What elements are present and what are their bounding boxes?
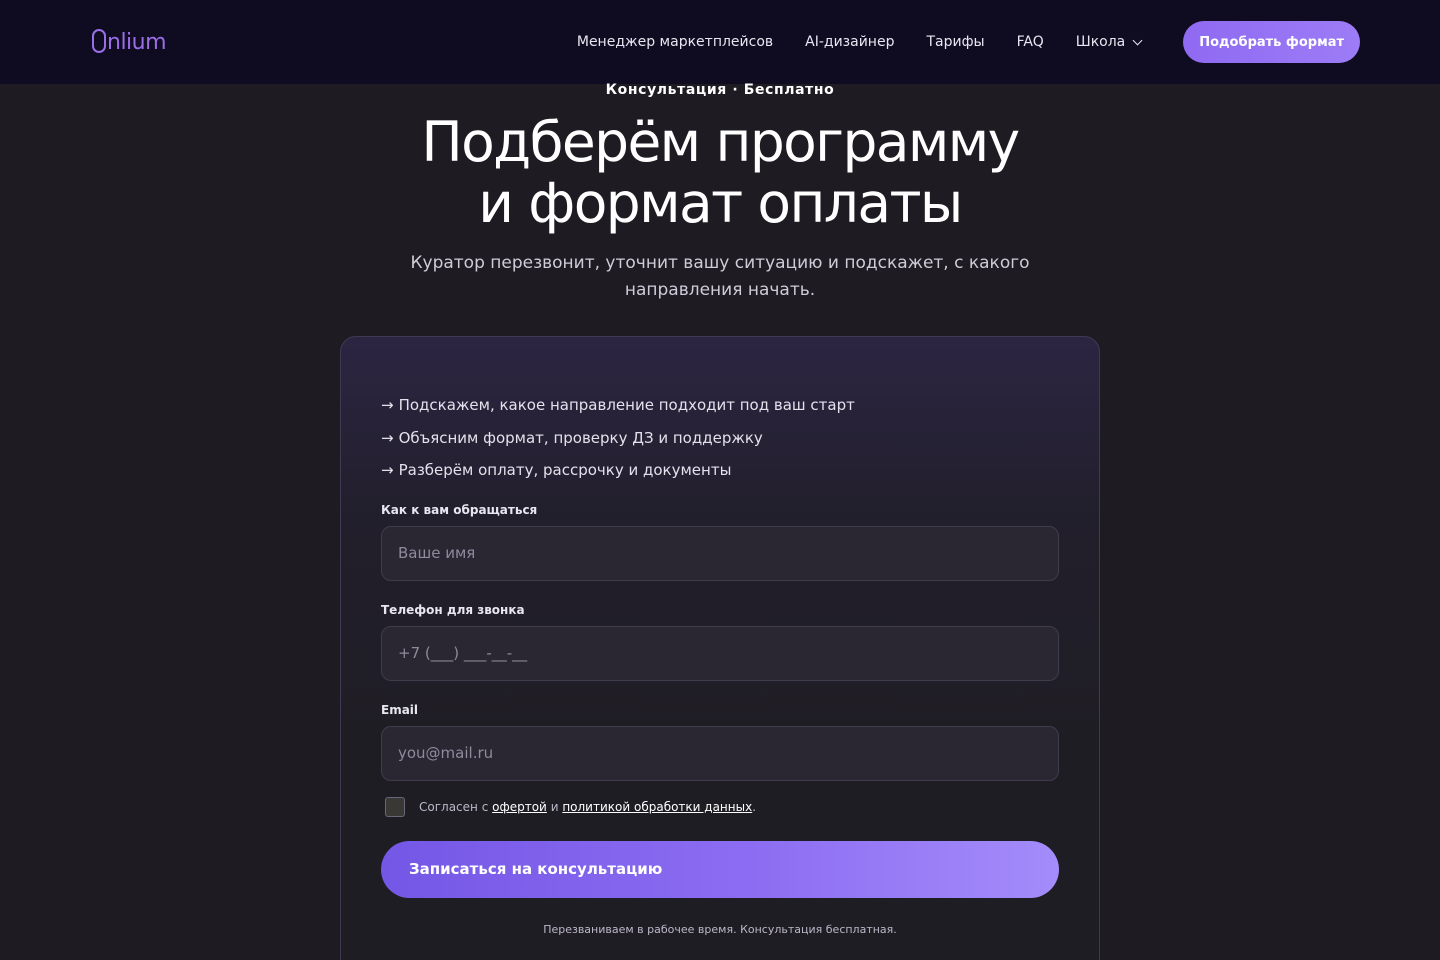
consultation-form-card: → Подскажем, какое направление подходит …: [340, 336, 1100, 960]
consent-row: Согласен с офертой и политикой обработки…: [381, 796, 1059, 817]
consent-and: и: [550, 799, 559, 814]
main-nav: Менеджер маркетплейсов AI-дизайнер Тариф…: [577, 21, 1360, 63]
nav-item-marketplace-manager[interactable]: Менеджер маркетплейсов: [577, 34, 773, 50]
perk-text: Подскажем, какое направление подходит по…: [398, 396, 855, 414]
logo-mark-icon: [92, 29, 106, 53]
email-field-group: Email: [381, 703, 1059, 781]
nav-item-ai-designer[interactable]: AI-дизайнер: [805, 34, 894, 50]
hero-subtitle: Куратор перезвонит, уточнит вашу ситуаци…: [410, 253, 1030, 300]
nav-item-pricing[interactable]: Тарифы: [926, 34, 984, 50]
page-title-line-2: и формат оплаты: [478, 171, 963, 235]
logo[interactable]: nlium: [92, 29, 167, 55]
chevron-down-icon: [1132, 35, 1143, 45]
phone-field-group: Телефон для звонка: [381, 603, 1059, 681]
nav-item-faq[interactable]: FAQ: [1017, 34, 1044, 50]
arrow-right-icon: →: [381, 396, 394, 414]
perk-text: Разберём оплату, рассрочку и документы: [398, 461, 732, 479]
nav-item-school-label: Школа: [1075, 34, 1126, 50]
perk-item: → Подскажем, какое направление подходит …: [381, 395, 1059, 428]
email-label: Email: [381, 702, 419, 717]
nav-item-school-dropdown[interactable]: Школа: [1075, 34, 1143, 50]
form-footnote: Перезваниваем в рабочее время. Консульта…: [543, 922, 897, 936]
email-input[interactable]: [381, 725, 1059, 781]
page-title: Подберём программу и формат оплаты: [0, 112, 1440, 234]
page-title-line-1: Подберём программу: [421, 110, 1020, 174]
submit-consultation-button[interactable]: Записаться на консультацию: [381, 840, 1059, 898]
consent-text: Согласен с офертой и политикой обработки…: [419, 800, 756, 814]
privacy-policy-link[interactable]: политикой обработки данных: [562, 800, 752, 814]
arrow-right-icon: →: [381, 461, 394, 479]
logo-text: nlium: [107, 29, 167, 55]
perk-item: → Разберём оплату, рассрочку и документы: [381, 460, 1059, 493]
name-input[interactable]: [381, 525, 1059, 581]
consent-prefix: Согласен с: [419, 799, 489, 814]
consent-suffix: .: [752, 799, 757, 814]
phone-label: Телефон для звонка: [381, 602, 525, 617]
name-label: Как к вам обращаться: [381, 502, 538, 517]
perk-item: → Объясним формат, проверку ДЗ и поддерж…: [381, 428, 1059, 461]
perks-list: → Подскажем, какое направление подходит …: [381, 395, 1059, 493]
perk-text: Объясним формат, проверку ДЗ и поддержку: [398, 428, 763, 447]
site-header: nlium Менеджер маркетплейсов AI-дизайнер…: [0, 0, 1440, 84]
pick-format-button[interactable]: Подобрать формат: [1183, 21, 1360, 63]
consent-checkbox[interactable]: [385, 796, 405, 817]
offer-link[interactable]: офертой: [492, 800, 547, 814]
phone-input[interactable]: [381, 625, 1059, 681]
hero-eyebrow: Консультация · Бесплатно: [605, 82, 835, 98]
arrow-right-icon: →: [381, 428, 394, 447]
name-field-group: Как к вам обращаться: [381, 503, 1059, 581]
